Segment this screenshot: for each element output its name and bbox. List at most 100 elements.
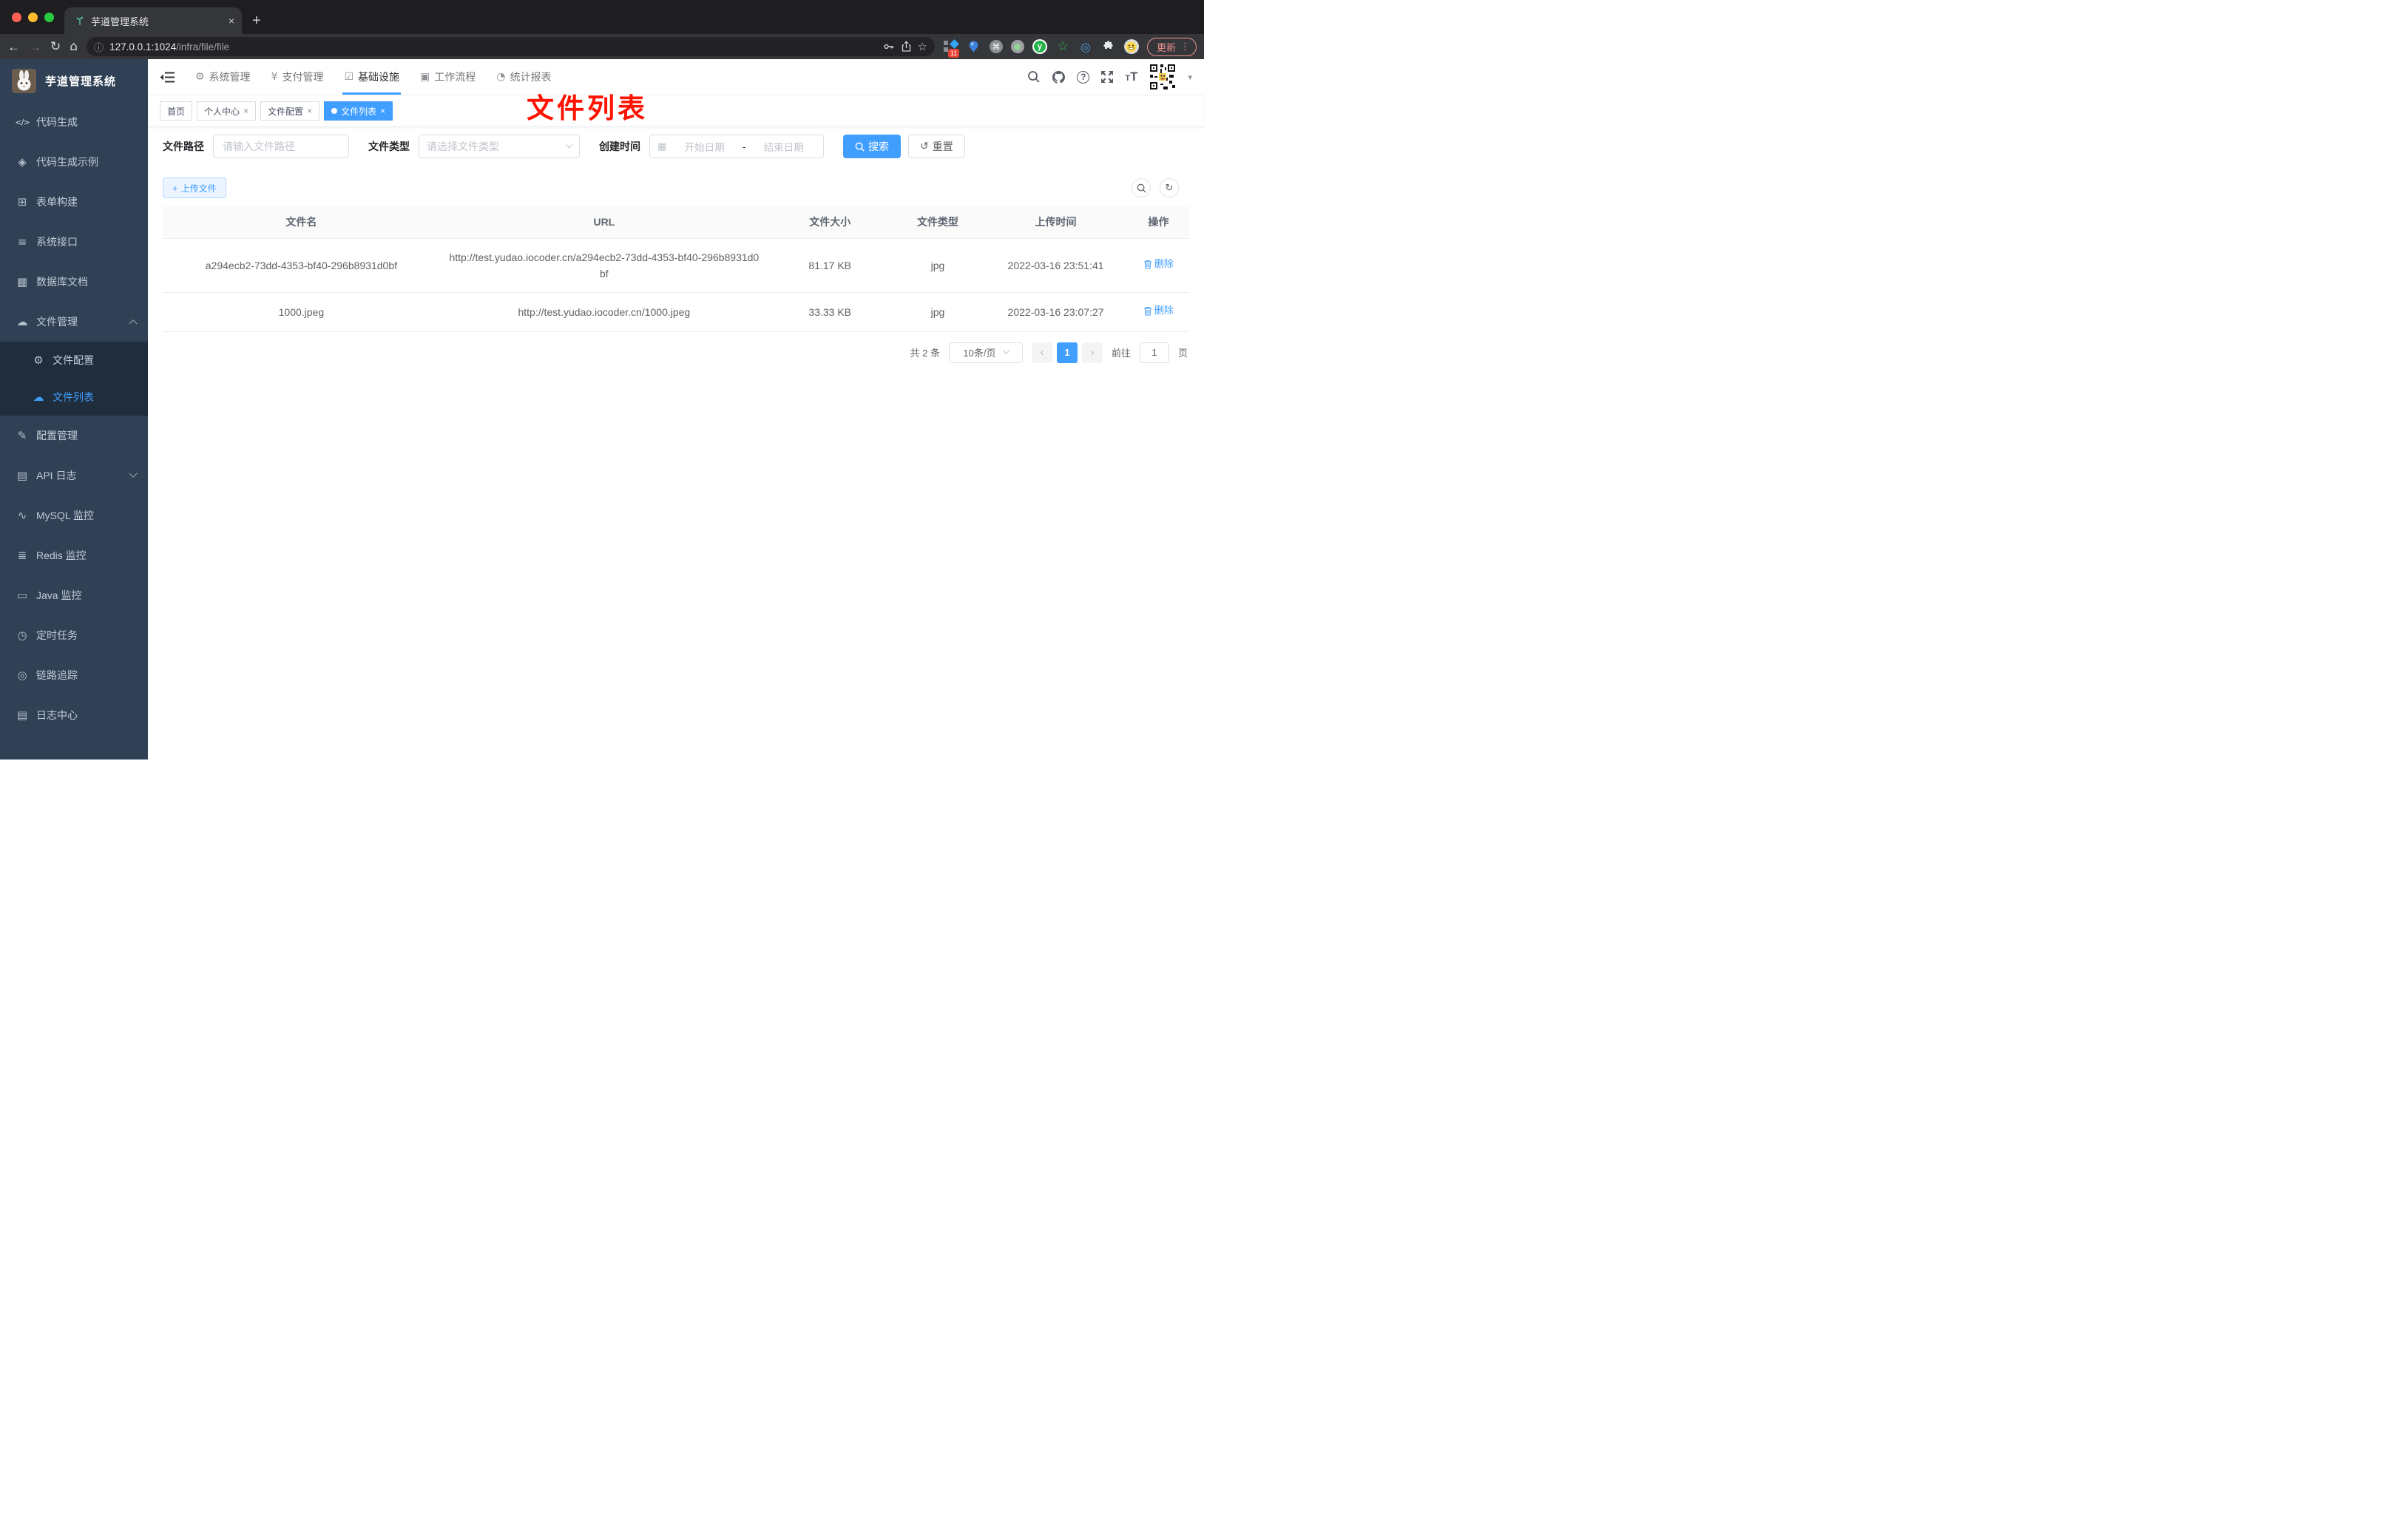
col-file-name: 文件名: [163, 206, 440, 239]
new-tab-button[interactable]: +: [252, 13, 261, 30]
search-icon: [855, 142, 865, 152]
browser-tab[interactable]: 芋道管理系统 ×: [64, 7, 242, 34]
page-size-select[interactable]: 10条/页: [948, 342, 1023, 363]
extension-cmd-icon[interactable]: ⌘: [989, 40, 1003, 53]
sidebar-item-log-center[interactable]: ▤ 日志中心: [0, 695, 148, 735]
end-date-placeholder[interactable]: 结束日期: [751, 139, 816, 154]
extension-eye-icon[interactable]: ◎: [1078, 39, 1093, 54]
top-nav-payment-management[interactable]: ¥ 支付管理: [261, 59, 334, 95]
refresh-table-button[interactable]: ↻: [1160, 178, 1179, 197]
search-icon[interactable]: [1027, 70, 1041, 84]
extension-emoji-icon[interactable]: [1123, 39, 1139, 54]
extension-y-icon[interactable]: y: [1032, 39, 1047, 54]
delete-button[interactable]: 删除: [1143, 257, 1174, 272]
date-range-picker[interactable]: ▦ 开始日期 - 结束日期: [649, 135, 824, 158]
sidebar-item-config-management[interactable]: ✎ 配置管理: [0, 416, 148, 456]
sidebar-item-code-gen-demo[interactable]: ◈ 代码生成示例: [0, 142, 148, 182]
tag-label: 个人中心: [204, 106, 240, 117]
cell-file-name: 1000.jpeg: [163, 292, 440, 332]
delete-button[interactable]: 删除: [1143, 303, 1174, 319]
reset-button[interactable]: ↺ 重置: [908, 135, 965, 158]
tag-file-config[interactable]: 文件配置 ×: [260, 101, 320, 121]
top-nav-workflow[interactable]: ▣ 工作流程: [410, 59, 486, 95]
extension-diamond-icon[interactable]: 11: [943, 39, 960, 58]
sidebar-item-db-doc[interactable]: ▦ 数据库文档: [0, 262, 148, 302]
top-nav-report[interactable]: ◔ 统计报表: [486, 59, 561, 95]
sidebar-item-file-management[interactable]: ☁ 文件管理: [0, 302, 148, 342]
sidebar-item-code-gen[interactable]: </> 代码生成: [0, 102, 148, 142]
file-type-label: 文件类型: [368, 141, 410, 152]
extensions-puzzle-icon[interactable]: [1101, 39, 1116, 54]
close-icon[interactable]: ×: [380, 106, 385, 116]
forward-icon[interactable]: →: [29, 41, 41, 53]
maximize-window-button[interactable]: [44, 12, 54, 22]
extension-balloon-icon[interactable]: [967, 39, 981, 54]
cell-file-type: jpg: [891, 292, 984, 332]
font-size-icon[interactable]: TT: [1125, 70, 1137, 84]
browser-update-button[interactable]: 更新 ⋮: [1146, 37, 1197, 56]
browser-menu-dots-icon[interactable]: ⋮: [1180, 41, 1190, 53]
sidebar-item-trace[interactable]: ◎ 链路追踪: [0, 655, 148, 695]
sidebar-item-api-log[interactable]: ▤ API 日志: [0, 456, 148, 495]
sidebar-collapse-icon[interactable]: [160, 71, 175, 84]
back-icon[interactable]: ←: [7, 41, 20, 53]
sidebar-item-file-config[interactable]: ⚙ 文件配置: [0, 342, 148, 379]
sidebar-item-file-list[interactable]: ☁ 文件列表: [0, 379, 148, 416]
file-path-label: 文件路径: [163, 141, 204, 152]
edit-icon: ✎: [17, 429, 27, 442]
sidebar-logo-row[interactable]: 芋道管理系统: [0, 59, 148, 102]
upload-file-button[interactable]: + 上传文件: [163, 177, 226, 198]
file-path-input[interactable]: [213, 135, 349, 158]
sidebar-item-java-monitor[interactable]: ▭ Java 监控: [0, 575, 148, 615]
tag-home[interactable]: 首页: [160, 101, 193, 121]
close-icon[interactable]: ×: [307, 106, 312, 116]
sidebar-item-system-api[interactable]: ≡ 系统接口: [0, 222, 148, 262]
trash-icon: [1143, 307, 1151, 316]
start-date-placeholder[interactable]: 开始日期: [672, 139, 737, 154]
avatar[interactable]: [1149, 63, 1177, 91]
prev-page-button[interactable]: ‹: [1031, 342, 1052, 363]
site-info-icon[interactable]: ⓘ: [94, 40, 104, 54]
minimize-window-button[interactable]: [28, 12, 38, 22]
avatar-caret-icon[interactable]: ▾: [1188, 72, 1192, 82]
extension-recorder-icon[interactable]: [1010, 40, 1024, 53]
file-type-select[interactable]: 请选择文件类型: [419, 135, 580, 158]
home-icon[interactable]: ⌂: [70, 40, 78, 53]
sidebar-item-scheduled-task[interactable]: ◷ 定时任务: [0, 615, 148, 655]
share-icon[interactable]: [901, 41, 912, 53]
col-file-size: 文件大小: [768, 206, 892, 239]
page-number-button[interactable]: 1: [1056, 342, 1078, 363]
github-icon[interactable]: [1052, 70, 1066, 84]
help-icon[interactable]: ?: [1077, 70, 1090, 84]
sidebar-item-label: 文件管理: [36, 316, 78, 328]
next-page-button[interactable]: ›: [1081, 342, 1103, 363]
sidebar-item-redis-monitor[interactable]: ≣ Redis 监控: [0, 535, 148, 575]
search-button[interactable]: 搜索: [843, 135, 901, 158]
toggle-search-button[interactable]: [1132, 178, 1151, 197]
bookmark-star-icon[interactable]: ☆: [918, 40, 927, 53]
sidebar-item-form-builder[interactable]: ⊞ 表单构建: [0, 182, 148, 222]
close-window-button[interactable]: [12, 12, 21, 22]
close-icon[interactable]: ×: [243, 106, 248, 116]
password-key-icon[interactable]: [883, 41, 895, 53]
tab-close-icon[interactable]: ×: [229, 15, 234, 27]
reload-icon[interactable]: ↻: [50, 40, 61, 53]
col-file-type: 文件类型: [891, 206, 984, 239]
sidebar-item-label: 代码生成示例: [36, 156, 98, 168]
browser-tab-bar: 芋道管理系统 × +: [0, 0, 1204, 34]
url-text[interactable]: 127.0.0.1:1024/infra/file/file: [109, 41, 876, 53]
extension-star-icon[interactable]: ☆: [1055, 39, 1070, 54]
top-nav-system-management[interactable]: ⚙ 系统管理: [185, 59, 261, 95]
address-bar[interactable]: ⓘ 127.0.0.1:1024/infra/file/file ☆: [87, 37, 935, 56]
filter-form: 文件路径 文件类型 请选择文件类型 创建时间 ▦: [163, 135, 1189, 158]
top-nav-infrastructure[interactable]: ☑ 基础设施: [334, 59, 410, 95]
fullscreen-icon[interactable]: [1100, 70, 1114, 84]
goto-page-input[interactable]: [1139, 342, 1169, 363]
tag-file-list[interactable]: 文件列表 ×: [324, 101, 393, 121]
tag-profile[interactable]: 个人中心 ×: [197, 101, 257, 121]
gear-icon: ⚙: [33, 353, 44, 367]
sidebar-item-mysql-monitor[interactable]: ∿ MySQL 监控: [0, 495, 148, 535]
cloud-upload-icon: ☁: [33, 390, 44, 404]
date-separator: -: [742, 141, 746, 152]
chevron-down-icon: [1002, 346, 1009, 354]
